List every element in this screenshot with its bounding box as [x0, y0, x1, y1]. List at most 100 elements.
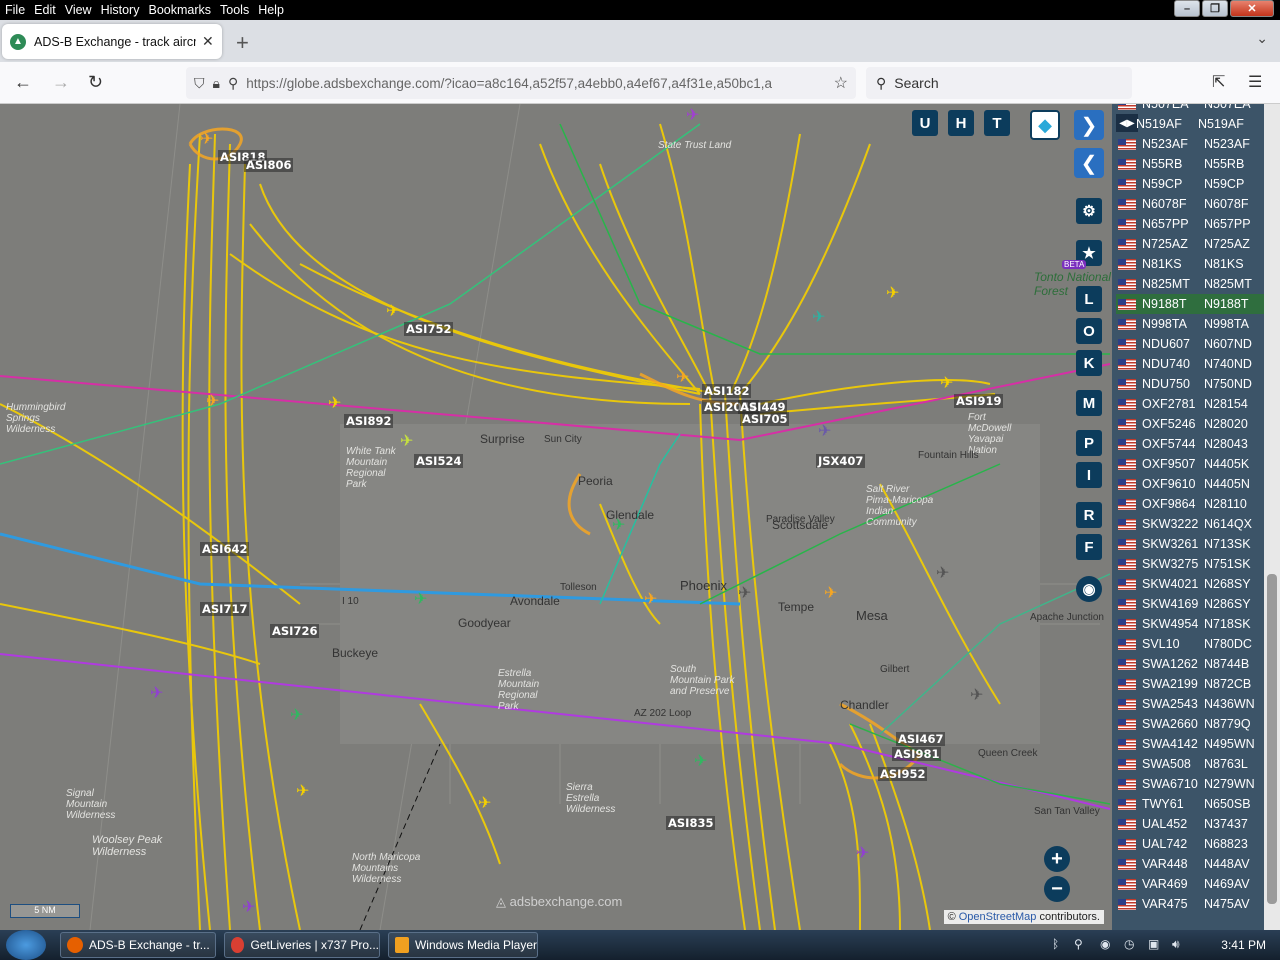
aircraft-list-row[interactable]: OXF9507 N4405K — [1116, 454, 1264, 474]
aircraft-list-row[interactable]: SKW4954 N718SK — [1116, 614, 1264, 634]
taskbar-item-chrome[interactable]: GetLiveries | x737 Pro... — [224, 932, 380, 958]
flight-label[interactable]: ASI642 — [200, 542, 250, 556]
aircraft-icon[interactable]: ✈ — [824, 586, 837, 602]
url-bar[interactable]: ⛉ 🔒︎ ⚲ https://globe.adsbexchange.com/?i… — [186, 67, 856, 99]
menu-view[interactable]: View — [61, 3, 96, 17]
search-input[interactable]: ⚲ Search — [866, 67, 1132, 99]
action-center-icon[interactable]: ▣ — [1148, 937, 1159, 951]
zoom-out-button[interactable]: − — [1044, 876, 1070, 902]
aircraft-icon[interactable]: ✈ — [150, 686, 163, 702]
flight-label[interactable]: ASI726 — [270, 624, 320, 638]
scrollbar-thumb[interactable] — [1267, 574, 1277, 904]
lock-icon[interactable]: 🔒︎ — [213, 75, 220, 92]
toggle-t-button[interactable]: T — [984, 110, 1010, 136]
aircraft-list-row[interactable]: SKW3261 N713SK — [1116, 534, 1264, 554]
aircraft-list-row[interactable]: SWA6710 N279WN — [1116, 774, 1264, 794]
aircraft-icon[interactable]: ✈ — [738, 586, 751, 602]
aircraft-icon[interactable]: ✈ — [970, 688, 983, 704]
toggle-m-button[interactable]: M — [1076, 390, 1102, 416]
chevron-right-icon[interactable]: ❯ — [1074, 110, 1104, 140]
aircraft-list-row[interactable]: SKW4169 N286SY — [1116, 594, 1264, 614]
aircraft-list-row[interactable]: N59CP N59CP — [1116, 174, 1264, 194]
layers-icon[interactable]: ◆ — [1030, 110, 1060, 140]
tracking-protection-icon[interactable]: ⛉ — [194, 75, 205, 92]
aircraft-list-row[interactable]: VAR469 N469AV — [1116, 874, 1264, 894]
aircraft-icon[interactable]: ✈ — [940, 376, 953, 392]
aircraft-list-row[interactable]: VAR475 N475AV — [1116, 894, 1264, 914]
back-icon[interactable]: ← — [14, 72, 32, 93]
aircraft-icon[interactable]: ✈ — [644, 592, 657, 608]
aircraft-list-row[interactable]: N507EA N507EA — [1116, 104, 1264, 114]
start-button[interactable] — [6, 930, 46, 960]
aircraft-list-row[interactable]: N998TA N998TA — [1116, 314, 1264, 334]
flight-label[interactable]: ASI705 — [740, 412, 790, 426]
expand-panel-icon[interactable]: ◀▶ — [1116, 114, 1138, 132]
aircraft-list-row[interactable]: N519AF N519AF — [1136, 114, 1280, 134]
replay-icon[interactable]: ◉ — [1076, 576, 1102, 602]
aircraft-icon[interactable]: ✈ — [242, 900, 255, 916]
aircraft-icon[interactable]: ✈ — [856, 846, 869, 862]
aircraft-list-row[interactable]: SKW3222 N614QX — [1116, 514, 1264, 534]
aircraft-list-row[interactable]: NDU740 N740ND — [1116, 354, 1264, 374]
volume-icon[interactable]: 🔊︎ — [1172, 937, 1180, 952]
minimize-button[interactable]: – — [1174, 0, 1200, 17]
aircraft-list-row[interactable]: OXF5246 N28020 — [1116, 414, 1264, 434]
toggle-o-button[interactable]: O — [1076, 318, 1102, 344]
aircraft-list-row[interactable]: SWA2199 N872CB — [1116, 674, 1264, 694]
url-text[interactable]: https://globe.adsbexchange.com/?icao=a8c… — [246, 76, 776, 91]
flight-label[interactable]: ASI892 — [344, 414, 394, 428]
bluetooth-icon[interactable]: ᛒ — [1052, 937, 1059, 951]
extensions-icon[interactable]: ⇱ — [1212, 72, 1225, 92]
toggle-h-button[interactable]: H — [948, 110, 974, 136]
aircraft-list-row[interactable]: N657PP N657PP — [1116, 214, 1264, 234]
permissions-icon[interactable]: ⚲ — [228, 75, 238, 92]
aircraft-list-row[interactable]: N81KS N81KS — [1116, 254, 1264, 274]
aircraft-icon[interactable]: ✈ — [386, 304, 399, 320]
new-tab-icon[interactable]: + — [236, 30, 249, 56]
taskbar-clock[interactable]: 3:41 PM — [1221, 938, 1266, 952]
aircraft-icon[interactable]: ✈ — [676, 370, 689, 386]
aircraft-list-row[interactable]: TWY61 N650SB — [1116, 794, 1264, 814]
flight-label[interactable]: ASI717 — [200, 602, 250, 616]
aircraft-list-row[interactable]: VAR448 N448AV — [1116, 854, 1264, 874]
aircraft-icon[interactable]: ✈ — [694, 754, 707, 770]
menu-tools[interactable]: Tools — [216, 3, 253, 17]
flight-label[interactable]: ASI467 — [896, 732, 946, 746]
flight-label[interactable]: ASI524 — [414, 454, 464, 468]
aircraft-icon[interactable]: ✈ — [296, 784, 309, 800]
aircraft-icon[interactable]: ✈ — [818, 424, 831, 440]
aircraft-icon[interactable]: ✈ — [290, 708, 303, 724]
aircraft-list-row[interactable]: SWA4142 N495WN — [1116, 734, 1264, 754]
settings-gear-icon[interactable]: ⚙ — [1076, 198, 1102, 224]
menu-bookmarks[interactable]: Bookmarks — [144, 3, 215, 17]
zoom-in-button[interactable]: + — [1044, 846, 1070, 872]
aircraft-icon[interactable]: ✈ — [936, 566, 949, 582]
aircraft-list-row[interactable]: SKW4021 N268SY — [1116, 574, 1264, 594]
aircraft-icon[interactable]: ✈ — [200, 132, 213, 148]
aircraft-list-row[interactable]: UAL742 N68823 — [1116, 834, 1264, 854]
aircraft-list-row[interactable]: N55RB N55RB — [1116, 154, 1264, 174]
aircraft-list-row[interactable]: SWA1262 N8744B — [1116, 654, 1264, 674]
chevron-down-icon[interactable]: ⌄ — [1256, 30, 1268, 47]
restore-button[interactable]: ❐ — [1202, 0, 1228, 17]
toggle-p-button[interactable]: P — [1076, 430, 1102, 456]
browser-tab[interactable]: ▲ ADS-B Exchange - track aircraft ✕ — [2, 24, 222, 59]
flight-label[interactable]: ASI806 — [244, 158, 294, 172]
aircraft-list-row[interactable]: SWA508 N8763L — [1116, 754, 1264, 774]
aircraft-icon[interactable]: ✈ — [612, 518, 625, 534]
flight-label[interactable]: ASI835 — [666, 816, 716, 830]
toggle-i-button[interactable]: I — [1076, 462, 1102, 488]
steam-icon[interactable]: ◉ — [1100, 937, 1110, 951]
close-tab-icon[interactable]: ✕ — [202, 33, 214, 50]
aircraft-list-row[interactable]: SKW3275 N751SK — [1116, 554, 1264, 574]
aircraft-icon[interactable]: ✈ — [886, 286, 899, 302]
forward-icon[interactable]: → — [52, 72, 70, 93]
flight-label[interactable]: ASI952 — [878, 767, 928, 781]
aircraft-list-row[interactable]: N9188T N9188T — [1116, 294, 1264, 314]
menu-history[interactable]: History — [97, 3, 144, 17]
flight-label[interactable]: ASI981 — [892, 747, 942, 761]
aircraft-list-row[interactable]: OXF9610 N4405N — [1116, 474, 1264, 494]
aircraft-icon[interactable]: ✈ — [686, 108, 699, 124]
clock-tray-icon[interactable]: ◷ — [1124, 937, 1134, 951]
flight-label[interactable]: ASI919 — [954, 394, 1004, 408]
